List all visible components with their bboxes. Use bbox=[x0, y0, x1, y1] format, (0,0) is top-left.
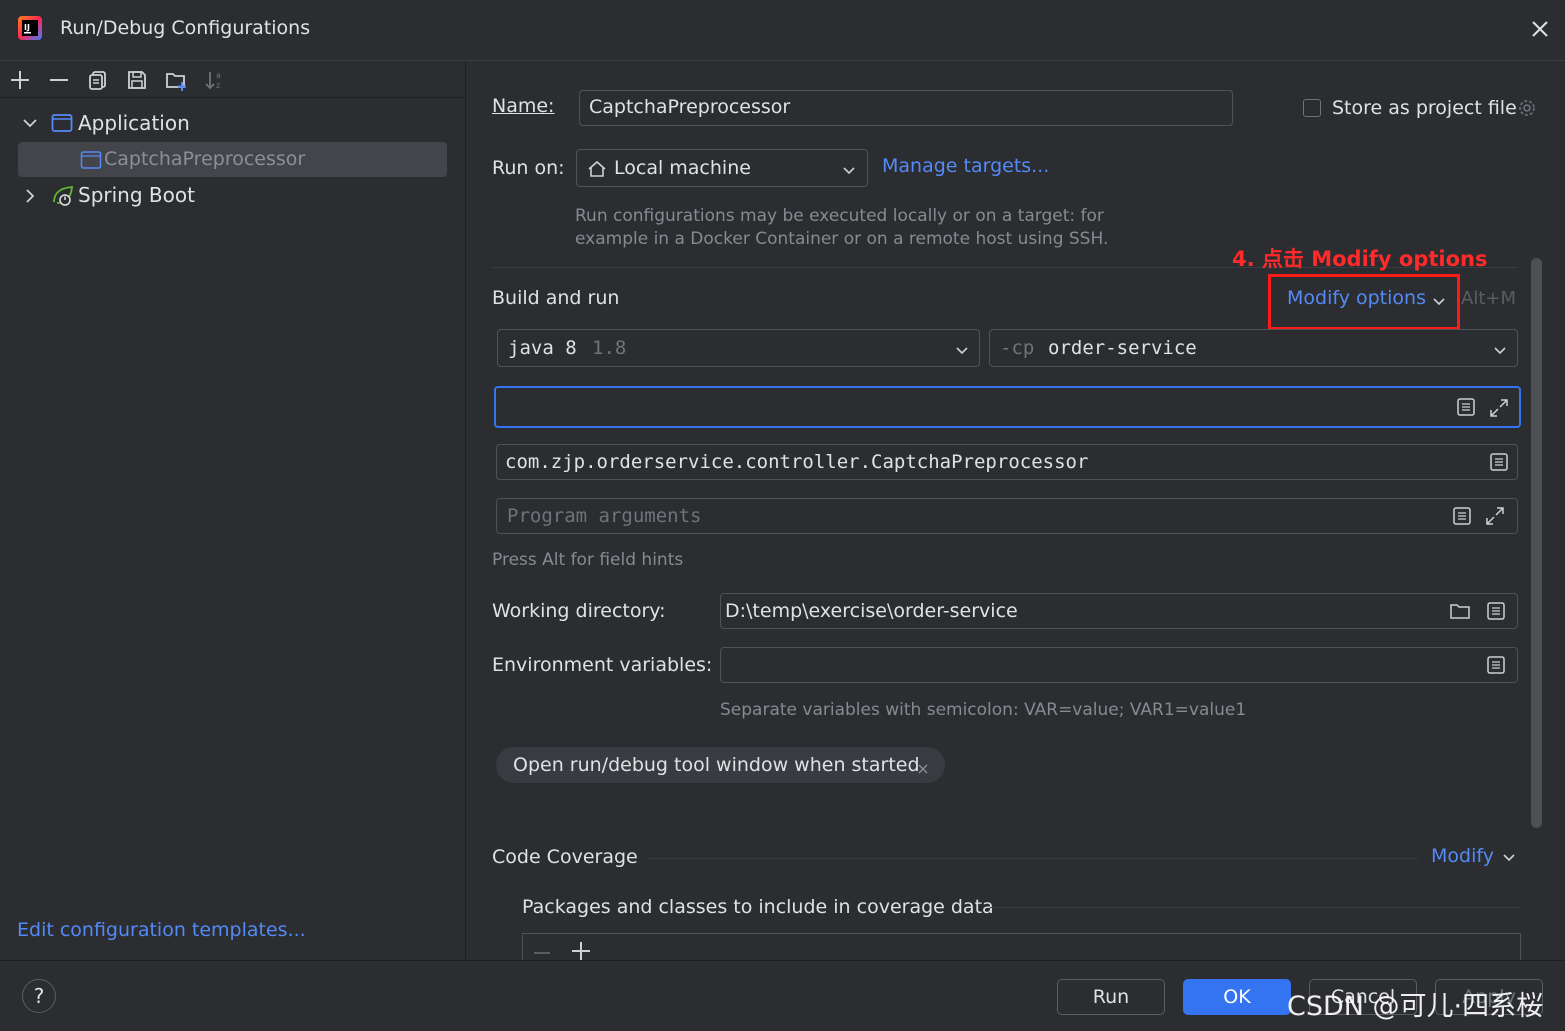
svg-text:IJ: IJ bbox=[24, 23, 30, 32]
sidebar-divider bbox=[465, 61, 466, 960]
new-folder-icon[interactable] bbox=[164, 68, 188, 92]
annotation-text: 4. 点击 Modify options bbox=[1232, 247, 1488, 271]
list-icon[interactable] bbox=[1489, 452, 1509, 472]
list-icon[interactable] bbox=[1452, 506, 1472, 526]
packages-divider bbox=[990, 907, 1520, 908]
working-dir-value: D:\temp\exercise\order-service bbox=[725, 600, 1018, 622]
modify-options-label: Modify options bbox=[1287, 287, 1426, 309]
close-icon[interactable] bbox=[916, 759, 930, 774]
save-icon[interactable] bbox=[125, 68, 149, 92]
jdk-value: java 8 bbox=[508, 337, 577, 359]
option-chip-label: Open run/debug tool window when started bbox=[513, 754, 920, 776]
packages-label: Packages and classes to include in cover… bbox=[522, 896, 994, 918]
watermark: CSDN @可儿·四系桜 bbox=[1287, 991, 1544, 1022]
svg-text:z: z bbox=[216, 81, 220, 90]
coverage-divider bbox=[648, 858, 1418, 859]
chevron-down-icon[interactable] bbox=[1431, 292, 1447, 308]
home-icon bbox=[587, 159, 607, 179]
field-hint: Press Alt for field hints bbox=[492, 550, 684, 570]
store-project-file-label[interactable]: Store as project file bbox=[1332, 97, 1517, 119]
main-class-value: com.zjp.orderservice.controller.CaptchaP… bbox=[505, 451, 1089, 473]
packages-list[interactable] bbox=[522, 933, 1521, 960]
classpath-dropdown[interactable]: -cp order-service bbox=[989, 329, 1518, 367]
option-chip[interactable]: Open run/debug tool window when started bbox=[496, 747, 945, 783]
env-vars-hint: Separate variables with semicolon: VAR=v… bbox=[720, 700, 1247, 720]
run-on-label: Run on: bbox=[492, 157, 565, 179]
name-label: Name: bbox=[492, 95, 555, 117]
help-label: ? bbox=[33, 984, 45, 1008]
remove-icon[interactable] bbox=[47, 68, 71, 92]
tree-item-application[interactable]: Application bbox=[78, 111, 190, 135]
name-input[interactable]: CaptchaPreprocessor bbox=[579, 90, 1233, 126]
ok-button[interactable]: OK bbox=[1183, 979, 1291, 1015]
run-on-dropdown[interactable]: Local machine bbox=[576, 149, 868, 187]
list-icon[interactable] bbox=[1486, 655, 1506, 675]
working-dir-input[interactable]: D:\temp\exercise\order-service bbox=[720, 593, 1518, 629]
chevron-right-icon[interactable] bbox=[21, 187, 39, 205]
build-run-title: Build and run bbox=[492, 287, 620, 309]
list-icon[interactable] bbox=[1456, 397, 1476, 417]
run-on-hint-2: example in a Docker Container or on a re… bbox=[575, 229, 1109, 249]
coverage-modify-link[interactable]: Modify bbox=[1431, 845, 1494, 867]
code-coverage-title: Code Coverage bbox=[492, 846, 638, 868]
chevron-down-icon[interactable] bbox=[1501, 848, 1517, 864]
program-arguments-input[interactable]: Program arguments bbox=[496, 498, 1518, 534]
env-vars-input[interactable] bbox=[720, 647, 1518, 683]
svg-text:a: a bbox=[216, 71, 221, 80]
env-vars-label: Environment variables: bbox=[492, 654, 713, 676]
shortcut-hint: Alt+M bbox=[1461, 288, 1516, 309]
main-class-input[interactable]: com.zjp.orderservice.controller.CaptchaP… bbox=[496, 444, 1518, 480]
chevron-down-icon bbox=[841, 161, 857, 177]
jdk-dropdown[interactable]: java 8 1.8 bbox=[497, 329, 980, 367]
run-button[interactable]: Run bbox=[1057, 979, 1165, 1015]
add-icon[interactable] bbox=[571, 940, 591, 960]
copy-icon[interactable] bbox=[86, 68, 110, 92]
help-button[interactable]: ? bbox=[22, 979, 56, 1013]
close-icon[interactable] bbox=[1530, 19, 1550, 39]
list-icon[interactable] bbox=[1486, 601, 1506, 621]
remove-icon[interactable] bbox=[532, 942, 552, 960]
window-title: Run/Debug Configurations bbox=[60, 17, 311, 39]
scrollbar-thumb[interactable] bbox=[1531, 258, 1542, 828]
sort-icon[interactable]: az bbox=[203, 68, 227, 92]
name-value: CaptchaPreprocessor bbox=[589, 96, 791, 118]
modify-options-link[interactable]: Modify options bbox=[1287, 287, 1426, 309]
expand-icon[interactable] bbox=[1488, 397, 1510, 419]
application-icon bbox=[51, 113, 73, 133]
chevron-down-icon bbox=[1492, 341, 1508, 357]
tree-item-spring-boot[interactable]: Spring Boot bbox=[78, 183, 195, 207]
add-icon[interactable] bbox=[8, 68, 32, 92]
toolbar-divider bbox=[0, 97, 465, 98]
run-config-icon bbox=[80, 150, 102, 170]
jdk-version: 1.8 bbox=[592, 337, 627, 359]
run-on-hint-1: Run configurations may be executed local… bbox=[575, 206, 1104, 226]
spring-boot-icon bbox=[51, 184, 75, 208]
program-arguments-placeholder: Program arguments bbox=[507, 505, 702, 527]
chevron-down-icon[interactable] bbox=[21, 114, 39, 132]
chevron-down-icon bbox=[954, 341, 970, 357]
vm-options-input[interactable] bbox=[494, 386, 1521, 428]
expand-icon[interactable] bbox=[1484, 505, 1506, 527]
tree-item-captcha[interactable]: CaptchaPreprocessor bbox=[104, 148, 305, 170]
folder-icon[interactable] bbox=[1449, 601, 1471, 621]
cp-value: order-service bbox=[1048, 337, 1197, 359]
edit-templates-link[interactable]: Edit configuration templates... bbox=[17, 919, 306, 941]
run-on-value: Local machine bbox=[614, 157, 751, 179]
run-button-label: Run bbox=[1092, 986, 1130, 1008]
working-dir-label: Working directory: bbox=[492, 600, 666, 622]
gear-icon[interactable] bbox=[1516, 97, 1538, 119]
cp-prefix: -cp bbox=[1000, 337, 1035, 359]
ok-button-label: OK bbox=[1223, 986, 1251, 1008]
manage-targets-link[interactable]: Manage targets... bbox=[882, 155, 1049, 177]
store-project-file-checkbox[interactable] bbox=[1303, 99, 1321, 117]
app-logo-icon: IJ bbox=[17, 15, 43, 41]
